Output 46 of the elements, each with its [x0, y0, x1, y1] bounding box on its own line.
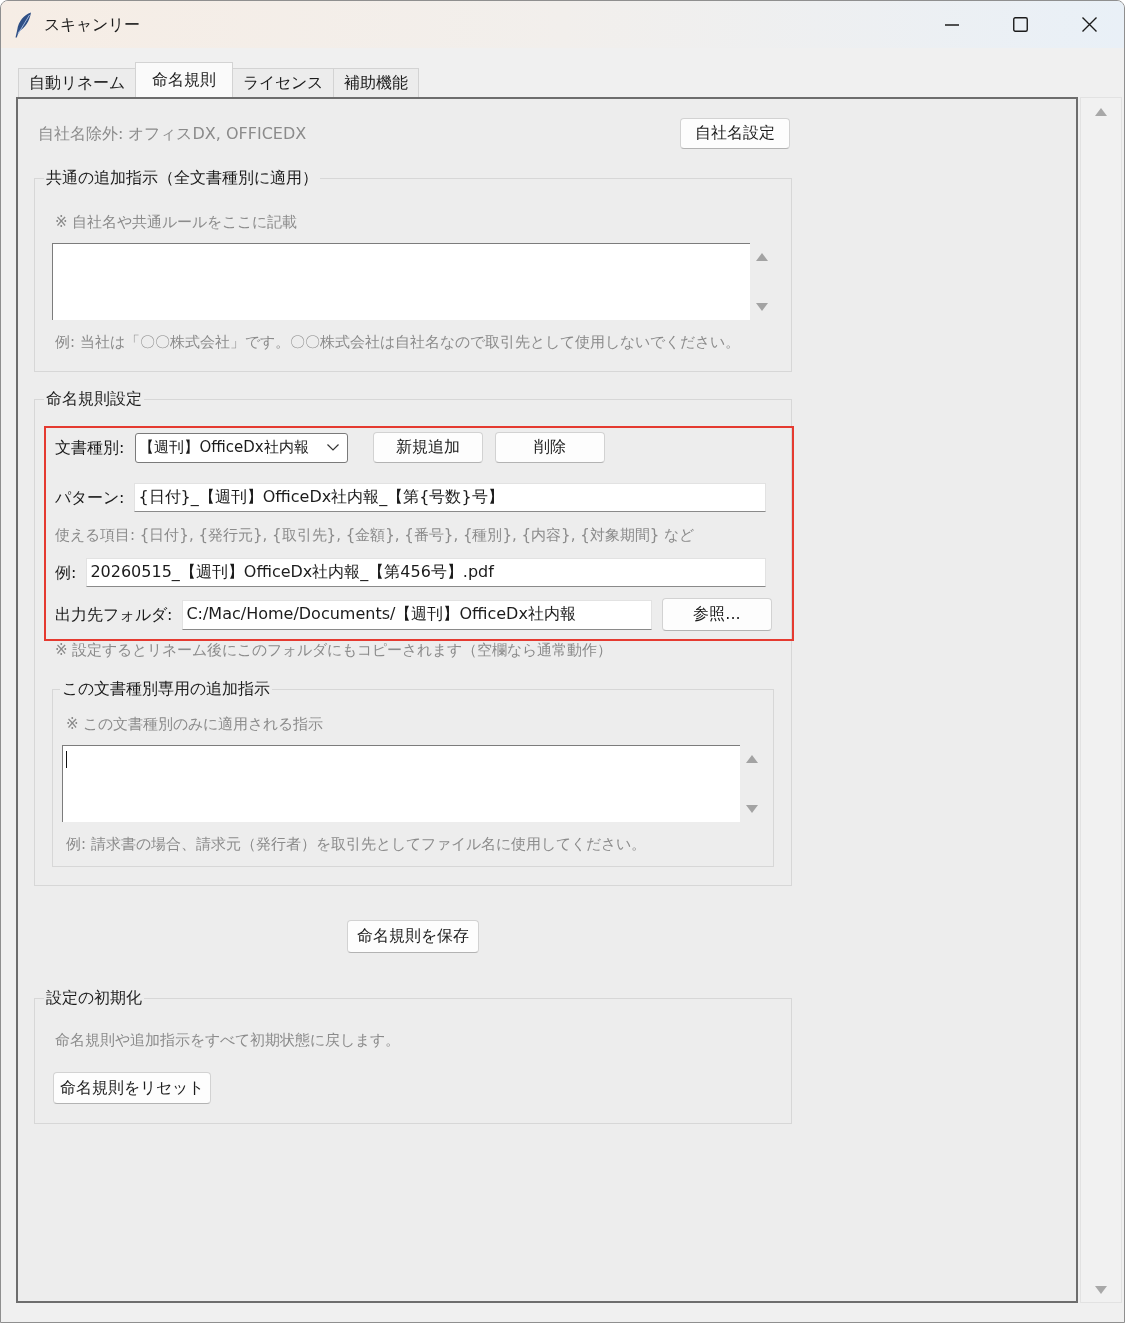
reset-description: 命名規則や追加指示をすべて初期状態に戻します。 — [55, 1030, 400, 1050]
window-title: スキャンリー — [44, 14, 140, 35]
scroll-up-icon[interactable] — [1095, 108, 1107, 116]
add-button[interactable]: 新規追加 — [373, 432, 484, 463]
maximize-icon — [1013, 17, 1028, 32]
scrollbar[interactable] — [1080, 97, 1122, 1303]
example-field[interactable]: 20260515_【週刊】OfficeDx社内報_【第456号】.pdf — [86, 558, 766, 587]
save-button[interactable]: 命名規則を保存 — [347, 920, 479, 953]
company-settings-button[interactable]: 自社名設定 — [680, 118, 790, 149]
group-title: 設定の初期化 — [45, 988, 143, 1008]
text-cursor-icon — [66, 751, 67, 768]
scroll-down-icon[interactable] — [756, 303, 768, 311]
scroll-down-icon[interactable] — [746, 805, 758, 813]
document-type-dropdown[interactable]: 【週刊】OfficeDx社内報 — [135, 432, 349, 463]
example-text: 例: 請求書の場合、請求元（発行者）を取引先としてファイル名に使用してください。 — [66, 834, 646, 854]
output-folder-field[interactable]: C:/Mac/Home/Documents/【週刊】OfficeDx社内報 — [182, 599, 652, 630]
tab[interactable]: 補助機能 — [333, 68, 419, 97]
group-title: この文書種別専用の追加指示 — [61, 679, 271, 699]
scroll-up-icon[interactable] — [746, 755, 758, 763]
pattern-field[interactable]: {日付}_【週刊】OfficeDx社内報_【第{号数}号】 — [134, 483, 766, 512]
hint-text: ※ この文書種別のみに適用される指示 — [66, 714, 324, 734]
minimize-icon — [944, 23, 959, 26]
reset-button[interactable]: 命名規則をリセット — [53, 1072, 211, 1104]
tab[interactable]: ライセンス — [232, 68, 334, 97]
scroll-down-icon[interactable] — [1095, 1286, 1107, 1294]
field-label: 文書種別: — [55, 437, 125, 458]
output-note-text: ※ 設定するとリネーム後にこのフォルダにもコピーされます（空欄なら通常動作） — [55, 641, 613, 659]
available-items-text: 使える項目: {日付}, {発行元}, {取引先}, {金額}, {番号}, {種別}, {内容}, {対象期間} など — [55, 525, 695, 545]
chevron-icon — [327, 444, 340, 451]
scroll-up-icon[interactable] — [756, 253, 768, 261]
delete-button[interactable]: 削除 — [495, 432, 606, 463]
text-area-field[interactable] — [62, 745, 740, 822]
example-text: 例: 当社は「〇〇株式会社」です。〇〇株式会社は自社名なので取引先として使用しないでください。 — [55, 332, 740, 352]
browse-button[interactable]: 参照... — [662, 598, 772, 631]
hint-text: ※ 自社名や共通ルールをここに記載 — [55, 212, 298, 232]
close-icon — [1082, 17, 1097, 32]
field-label: 出力先フォルダ: — [55, 604, 173, 625]
field-label: パターン: — [55, 487, 125, 508]
company-exclusion-text: 自社名除外: オフィスDX, OFFICEDX — [38, 123, 307, 144]
tab[interactable]: 命名規則 — [135, 62, 233, 97]
feather-icon — [14, 11, 32, 38]
group-title: 命名規則設定 — [45, 389, 143, 409]
text-area-field[interactable] — [52, 243, 750, 320]
field-label: 例: — [55, 562, 77, 583]
tab[interactable]: 自動リネーム — [18, 68, 136, 97]
group-title: 共通の追加指示（全文書種別に適用） — [45, 168, 319, 188]
